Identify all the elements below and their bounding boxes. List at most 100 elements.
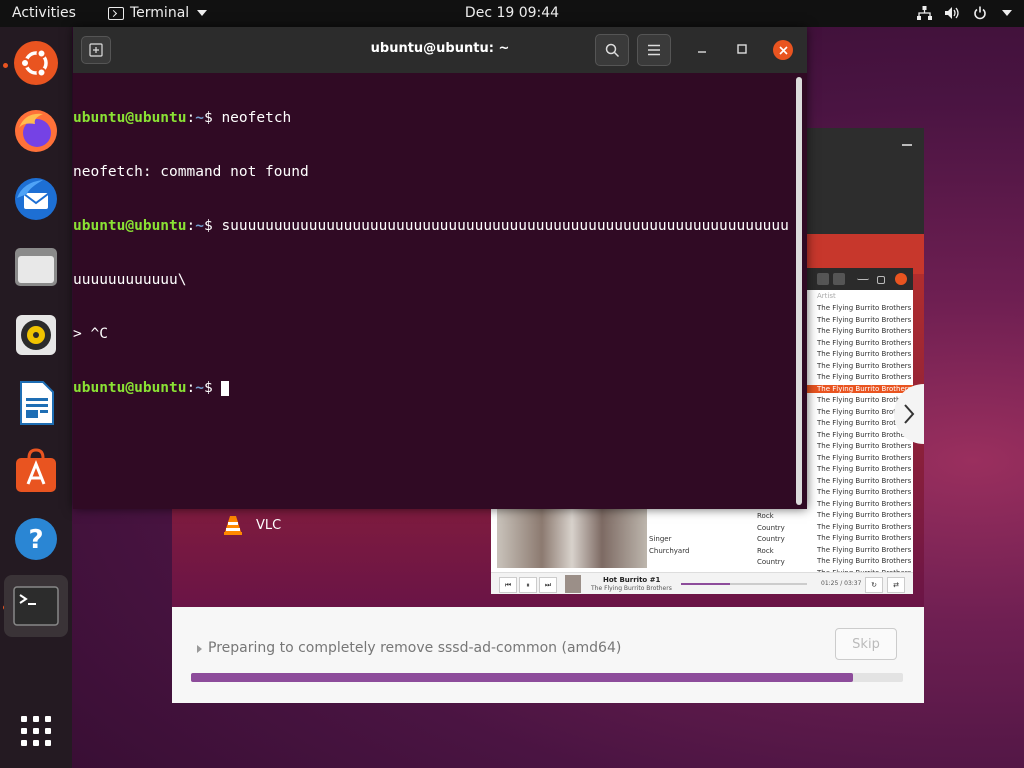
files-icon [15,248,57,286]
maximize-button[interactable] [735,42,749,56]
prompt-path: ~ [195,110,204,126]
firefox-icon [15,110,57,152]
cursor [221,380,230,396]
terminal-output[interactable]: ubuntu@ubuntu:~$ neofetch neofetch: comm… [73,73,797,509]
prompt-user: ubuntu@ubuntu [73,110,187,126]
dock-item-help[interactable]: ? [12,515,60,563]
artist-row: The Flying Burrito Brothers [817,373,912,381]
vlc-label: VLC [256,517,282,533]
dock-item-writer[interactable] [12,379,60,427]
player-controls: ⏮ ⏸ ⏭ Hot Burrito #1 The Flying Burrito … [491,572,913,594]
show-applications-icon [21,716,51,746]
artist-row: The Flying Burrito Brothers [817,430,912,439]
power-icon[interactable] [972,5,988,21]
artist-row: The Flying Burrito Brothers [817,499,912,508]
artist-row: The Flying Burrito Brothers [817,304,912,312]
genre-cell: Country [757,558,785,566]
terminal-headerbar[interactable]: ubuntu@ubuntu: ~ [73,27,807,73]
artist-row: The Flying Burrito Brothers [817,522,912,531]
skip-button[interactable]: Skip [835,628,897,660]
terminal-line: > ^C [73,326,108,342]
prompt-path: ~ [195,380,204,396]
network-icon[interactable] [916,5,932,21]
menu-button[interactable] [637,34,671,66]
dock: ? [0,27,72,768]
track-time: 01:25 / 03:37 [821,580,862,587]
prompt-separator: : [186,218,196,234]
prompt-user: ubuntu@ubuntu [73,218,187,234]
help-icon: ? [15,518,57,560]
dock-item-terminal[interactable] [4,575,68,637]
artist-row: The Flying Burrito Brothers [817,327,912,335]
genre-cell: Country [757,535,785,543]
vlc-icon [224,516,242,535]
command-text: suuuuuuuuuuuuuuuuuuuuuuuuuuuuuuuuuuuuuuu… [221,218,789,234]
volume-icon[interactable] [944,5,960,21]
system-tray[interactable] [916,5,1012,21]
install-progress-bar [191,673,903,682]
artist-row: The Flying Burrito Brothers [817,476,912,485]
top-bar: Activities Terminal Dec 19 09:44 [0,0,1024,27]
track-title: Hot Burrito #1 [603,576,661,584]
prompt-user: ubuntu@ubuntu [73,380,187,396]
minimize-button[interactable] [695,42,709,56]
libreoffice-writer-icon [20,381,54,425]
maximize-icon [737,44,747,54]
close-button[interactable] [773,40,793,60]
show-applications-button[interactable] [12,707,60,755]
minimize-icon [698,51,706,53]
prompt-symbol: $ [203,380,222,396]
install-status-text: Preparing to completely remove sssd-ad-c… [208,640,622,656]
genre-cell: Country [757,524,785,532]
dock-item-thunderbird[interactable] [12,175,60,223]
dock-item-rhythmbox[interactable] [12,311,60,359]
shuffle-icon: ⇄ [887,577,905,593]
prompt-path: ~ [195,218,204,234]
terminal-line: ubuntu@ubuntu:~$ [73,379,797,397]
terminal-line: neofetch: command not found [73,164,309,180]
close-icon [895,273,907,285]
prompt-separator: : [186,110,196,126]
artist-row: The Flying Burrito Brothers [817,442,912,450]
artist-row: The Flying Burrito Brothers [817,361,912,370]
artist-header: Artist [817,292,836,300]
install-progress-fill [191,673,854,682]
artist-row: The Flying Burrito Brothers [817,545,912,554]
expander-icon[interactable] [197,645,202,653]
artist-row: The Flying Burrito Brothers [817,557,912,565]
installer-footer: Preparing to completely remove sssd-ad-c… [172,607,924,703]
menu-icon [833,273,845,285]
minimize-icon [857,273,869,280]
minimize-icon[interactable] [902,144,912,146]
maximize-icon [877,276,885,284]
clock[interactable]: Dec 19 09:44 [0,5,1024,21]
seek-bar [681,583,807,585]
list-item: Churchyard [649,547,690,555]
dock-item-firefox[interactable] [12,107,60,155]
terminal-line: ubuntu@ubuntu:~$ suuuuuuuuuuuuuuuuuuuuuu… [73,217,797,235]
album-photo [497,508,647,568]
terminal-window[interactable]: ubuntu@ubuntu: ~ ubuntu@ubuntu:~$ neofet… [73,27,807,509]
artist-row: The Flying Burrito Brothers [817,453,912,462]
scrollbar[interactable] [796,77,802,505]
genre-cell: Rock [757,512,774,520]
dock-item-software[interactable] [12,447,60,495]
search-button[interactable] [595,34,629,66]
chevron-down-icon[interactable] [1002,10,1012,16]
chevron-right-icon [904,404,915,424]
artist-row: The Flying Burrito Brothers [817,315,912,324]
menu-icon [817,273,829,285]
hamburger-icon [648,44,660,56]
pause-icon: ⏸ [519,577,537,593]
prompt-separator: : [186,380,196,396]
vlc-item: VLC [222,514,281,536]
artist-row: The Flying Burrito Brothers [817,350,912,358]
list-item: Singer [649,535,672,543]
dock-item-files[interactable] [12,243,60,291]
terminal-icon [13,586,59,626]
next-icon: ⏭ [539,577,557,593]
artist-row: The Flying Burrito Brothers [817,511,912,519]
running-indicator [3,63,8,68]
artist-row: The Flying Burrito Brothers [817,488,912,496]
dock-item-installer[interactable] [12,39,60,87]
